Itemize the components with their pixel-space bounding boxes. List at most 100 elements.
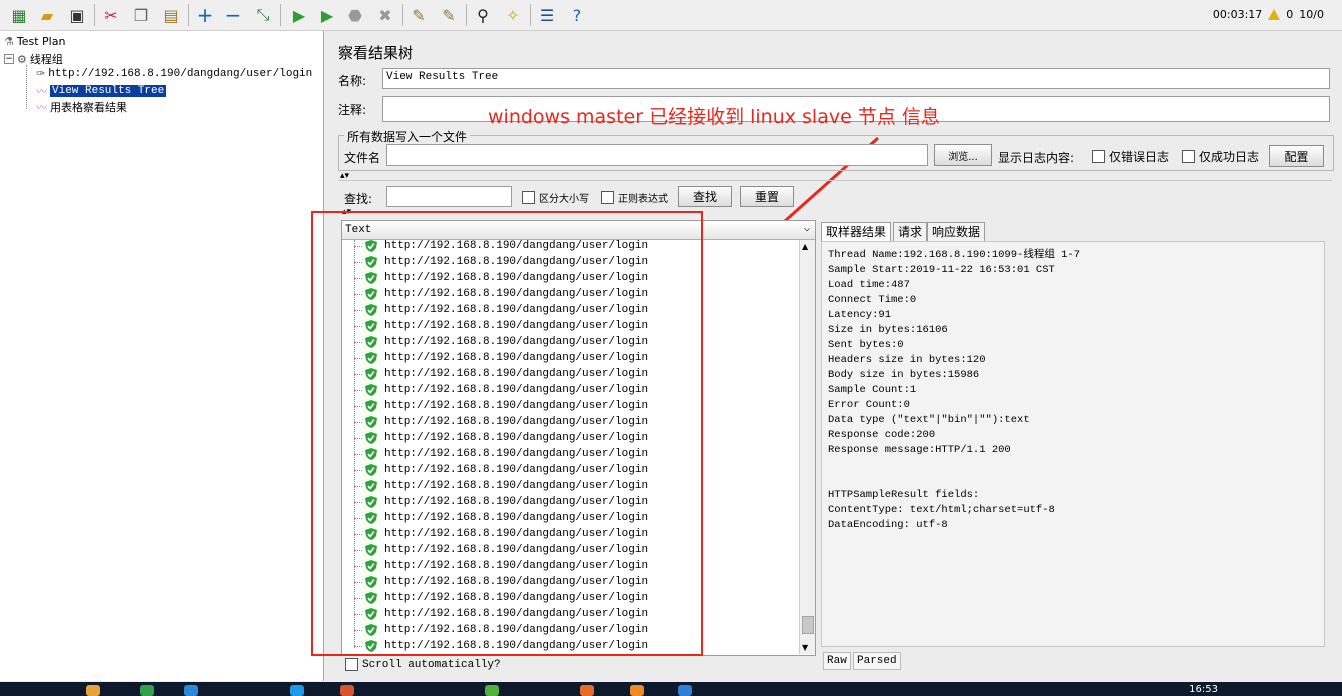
- find-button[interactable]: 查找: [678, 186, 732, 207]
- tab-sampler-result[interactable]: 取样器结果: [821, 222, 892, 241]
- gear-icon: ⚙: [17, 52, 27, 66]
- checkbox-box[interactable]: [522, 191, 535, 204]
- checkbox-label: Scroll automatically?: [362, 658, 501, 671]
- highlight-box: [311, 211, 703, 656]
- collapse-toggle-icon[interactable]: −: [4, 54, 14, 64]
- copy-icon[interactable]: ❐: [130, 4, 152, 26]
- status-area: 00:03:17 0 10/0: [1213, 8, 1324, 21]
- pipette-icon: ✑: [36, 67, 46, 80]
- app-icon[interactable]: [485, 685, 499, 696]
- collapse-icon[interactable]: −: [222, 3, 244, 27]
- detail-line: Sample Start:2019-11-22 16:53:01 CST: [828, 264, 1055, 276]
- warning-icon[interactable]: [1268, 9, 1281, 20]
- tree-node-label: 线程组: [29, 53, 63, 66]
- checkbox-box[interactable]: [345, 658, 358, 671]
- browse-button[interactable]: 浏览...: [934, 144, 992, 166]
- clear-all-icon[interactable]: ✎: [438, 4, 460, 26]
- annotation-text: windows master 已经接收到 linux slave 节点 信息: [488, 106, 940, 128]
- help-icon[interactable]: ?: [566, 4, 588, 26]
- folder-icon[interactable]: [86, 685, 100, 696]
- browser-icon[interactable]: [184, 685, 198, 696]
- tree-node-label: 用表格察看结果: [50, 101, 127, 114]
- errors-only-checkbox[interactable]: 仅错误日志: [1092, 148, 1169, 165]
- warning-count: 0: [1286, 8, 1294, 21]
- clear-icon[interactable]: ✎: [408, 4, 430, 26]
- cut-icon[interactable]: ✂: [100, 4, 122, 26]
- tab-raw[interactable]: Raw: [823, 652, 851, 670]
- app-icon[interactable]: [340, 685, 354, 696]
- detail-line: Sent bytes:0: [828, 339, 904, 351]
- start-icon[interactable]: ▶: [288, 4, 310, 26]
- chart-icon: 〰: [36, 101, 47, 114]
- expand-icon[interactable]: +: [194, 3, 216, 27]
- elapsed-timer: 00:03:17: [1212, 8, 1263, 21]
- reset-button[interactable]: 重置: [740, 186, 794, 207]
- tree-node-label: View Results Tree: [50, 85, 167, 97]
- name-input[interactable]: View Results Tree: [382, 68, 1330, 89]
- comment-label: 注释:: [338, 103, 367, 117]
- tab-request[interactable]: 请求: [893, 222, 928, 241]
- scroll-down-icon[interactable]: ▼: [802, 643, 808, 652]
- scroll-thumb[interactable]: [802, 616, 814, 634]
- checkbox-label: 正则表达式: [618, 194, 668, 205]
- function-helper-icon[interactable]: ☰: [536, 4, 558, 26]
- detail-line: [828, 458, 1318, 473]
- detail-line: Error Count:0: [828, 399, 910, 411]
- page-title: 察看结果树: [338, 44, 414, 62]
- detail-line: Latency:91: [828, 309, 892, 321]
- checkbox-box[interactable]: [1092, 150, 1105, 163]
- success-only-checkbox[interactable]: 仅成功日志: [1182, 148, 1259, 165]
- jmeter-icon[interactable]: [580, 685, 594, 696]
- tree-node-label: Test Plan: [16, 35, 66, 48]
- log-label: 显示日志内容:: [998, 151, 1075, 165]
- test-plan-icon: ⚗: [4, 35, 14, 48]
- detail-line: ContentType: text/html;charset=utf-8: [828, 504, 1055, 516]
- filename-label: 文件名: [344, 151, 381, 165]
- scrollbar[interactable]: ▲ ▼: [799, 240, 815, 654]
- app-icon[interactable]: [140, 685, 154, 696]
- toggle-icon[interactable]: ⤡: [252, 4, 274, 26]
- open-icon[interactable]: ▰: [36, 4, 58, 26]
- stop-icon[interactable]: ⬣: [344, 4, 366, 26]
- detail-line: Data type ("text"|"bin"|""):text: [828, 414, 1030, 426]
- configure-button[interactable]: 配置: [1269, 145, 1324, 167]
- taskbar: 16:53: [0, 682, 1342, 696]
- case-sensitive-checkbox[interactable]: 区分大小写: [522, 190, 589, 205]
- taskbar-clock: 16:53: [1189, 684, 1218, 695]
- detail-line: Body size in bytes:15986: [828, 369, 980, 381]
- start-no-pause-icon[interactable]: ▶: [316, 4, 338, 26]
- detail-line: HTTPSampleResult fields:: [828, 489, 980, 501]
- detail-line: [828, 473, 1318, 488]
- chart-icon: 〰: [36, 85, 47, 98]
- app-icon[interactable]: [630, 685, 644, 696]
- tree-node-view-results-tree[interactable]: 〰 View Results Tree: [36, 83, 167, 99]
- filename-input[interactable]: [386, 144, 928, 166]
- tree-node-table-results[interactable]: 〰 用表格察看结果: [36, 99, 127, 115]
- regex-checkbox[interactable]: 正则表达式: [601, 190, 668, 205]
- sampler-result-text: Thread Name:192.168.8.190:1099-线程组 1-7 Sa…: [821, 241, 1325, 647]
- detail-line: Load time:487: [828, 279, 910, 291]
- reset-search-icon[interactable]: ✧: [502, 4, 524, 26]
- paste-icon[interactable]: ▤: [160, 4, 182, 26]
- tree-node-test-plan[interactable]: ⚗ Test Plan: [4, 35, 65, 48]
- detail-line: DataEncoding: utf-8: [828, 519, 948, 531]
- app-icon[interactable]: [678, 685, 692, 696]
- checkbox-box[interactable]: [1182, 150, 1195, 163]
- scroll-up-icon[interactable]: ▲: [802, 242, 808, 251]
- search-input[interactable]: [386, 186, 512, 207]
- tab-parsed[interactable]: Parsed: [853, 652, 901, 670]
- search-icon[interactable]: ⚲: [472, 4, 494, 26]
- checkbox-label: 仅成功日志: [1199, 150, 1260, 164]
- templates-icon[interactable]: ▦: [8, 4, 30, 26]
- tree-node-http-sampler[interactable]: ✑ http://192.168.8.190/dangdang/user/log…: [36, 67, 312, 80]
- shutdown-icon[interactable]: ✖: [374, 4, 396, 26]
- tree-node-thread-group[interactable]: − ⚙ 线程组: [4, 51, 63, 67]
- save-icon[interactable]: ▣: [66, 4, 88, 26]
- app-icon[interactable]: [290, 685, 304, 696]
- tab-response-data[interactable]: 响应数据: [927, 222, 986, 241]
- checkbox-box[interactable]: [601, 191, 614, 204]
- scroll-automatically-checkbox[interactable]: Scroll automatically?: [345, 658, 501, 671]
- detail-line: Headers size in bytes:120: [828, 354, 986, 366]
- chevron-down-icon[interactable]: ⌵: [804, 221, 810, 239]
- test-plan-tree: ⚗ Test Plan − ⚙ 线程组 ✑ http://192.168.8.1…: [0, 31, 324, 681]
